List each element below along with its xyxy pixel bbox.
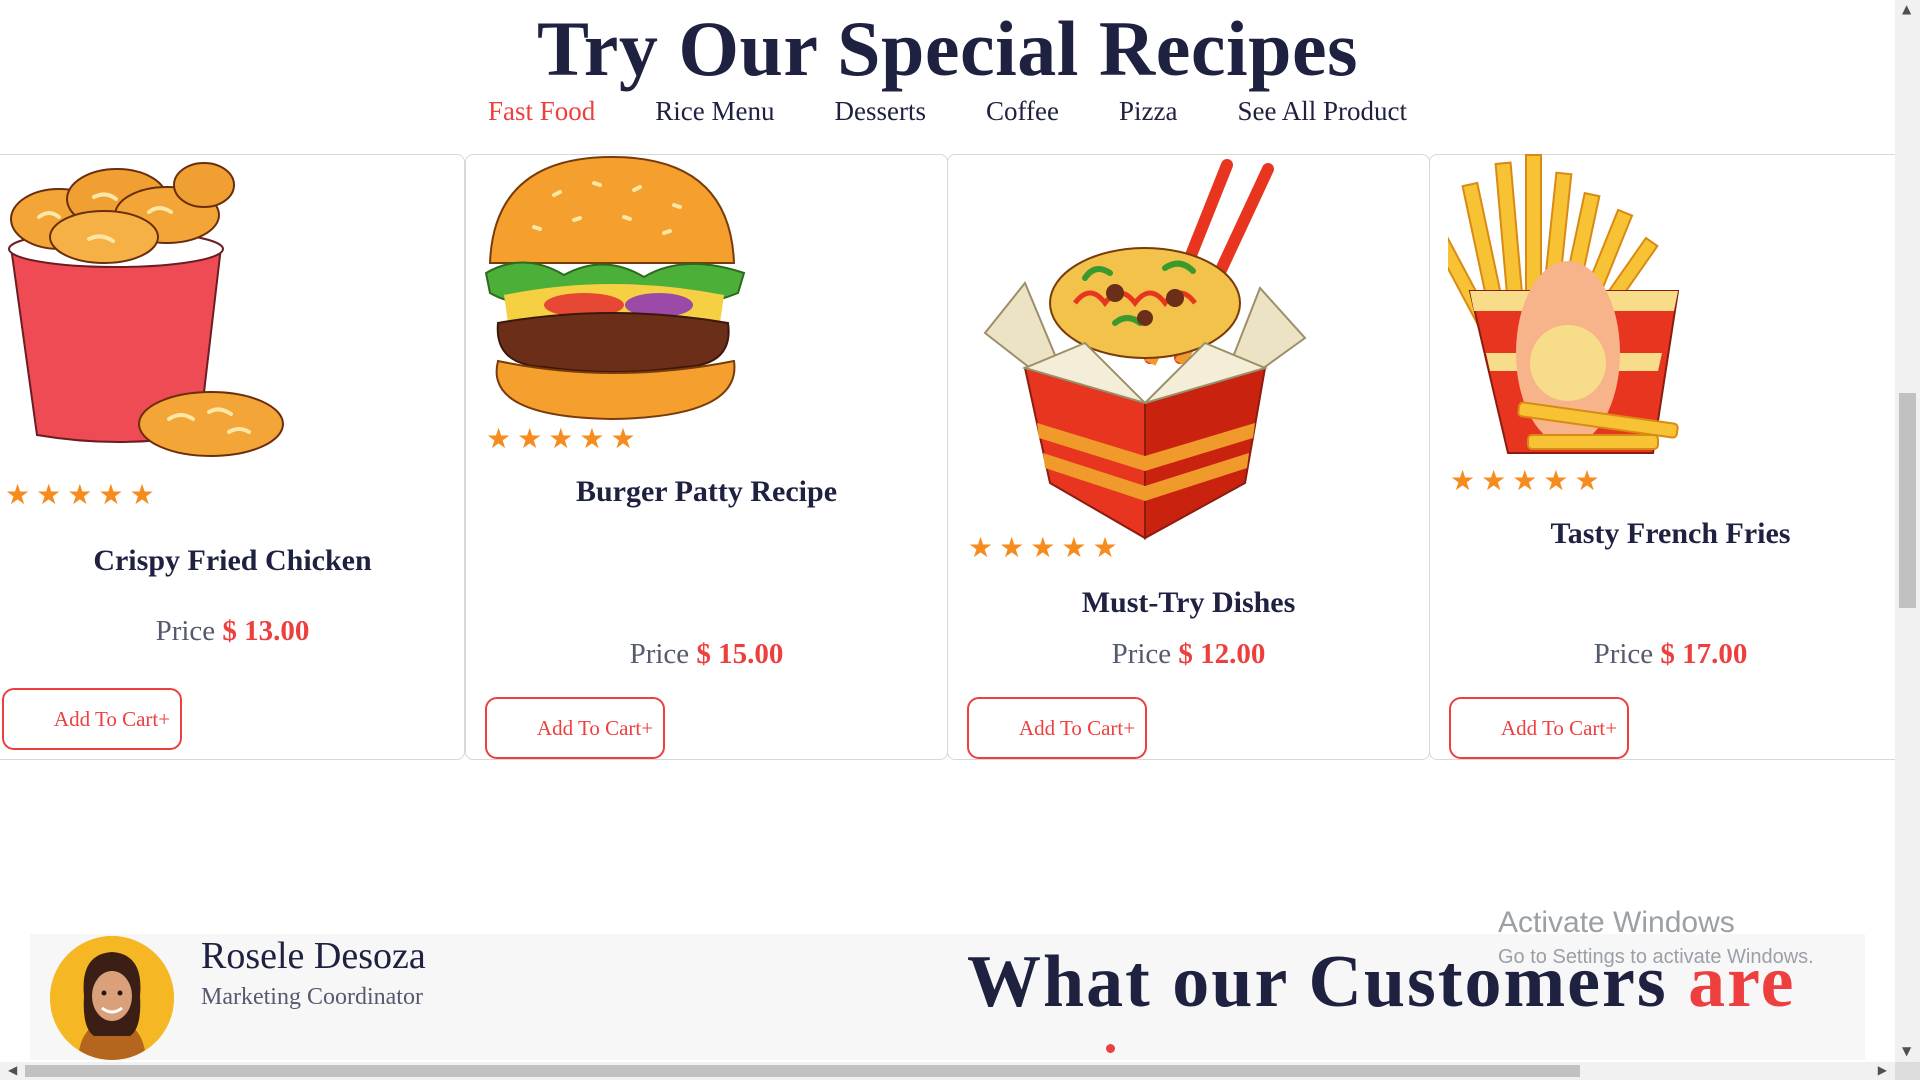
rating-stars: ★ ★ ★ ★ ★: [968, 534, 1118, 562]
customer-name: Rosele Desoza: [201, 935, 426, 977]
scroll-down-icon[interactable]: ▼: [1902, 1044, 1911, 1058]
price-label: Price: [1111, 638, 1172, 670]
product-price: Price $ 15.00: [466, 638, 947, 671]
activation-watermark: Activate Windows Go to Settings to activ…: [1498, 906, 1814, 969]
watermark-title: Activate Windows: [1498, 906, 1735, 939]
product-price: Price $ 13.00: [1, 615, 464, 648]
product-name: Tasty French Fries: [1550, 517, 1791, 550]
product-name: Must-Try Dishes: [1081, 586, 1296, 619]
customer-photo: [50, 936, 174, 1060]
noodle-box-icon: [983, 159, 1307, 540]
product-name: Crispy Fried Chicken: [93, 544, 372, 577]
star-icon: ★: [517, 422, 543, 455]
star-icon: ★: [98, 478, 124, 511]
star-icon: ★: [5, 478, 31, 511]
scroll-right-icon[interactable]: ▶: [1878, 1063, 1887, 1077]
star-icon: ★: [1450, 464, 1476, 497]
scrollbar-corner: [1895, 1062, 1920, 1080]
price-label: Price: [629, 638, 690, 670]
watermark-subtitle: Go to Settings to activate Windows.: [1498, 946, 1814, 968]
star-icon: ★: [579, 422, 605, 455]
star-icon: ★: [67, 478, 93, 511]
price-label: Price: [155, 615, 216, 647]
rating-stars: ★ ★ ★ ★ ★: [1450, 467, 1600, 495]
product-card-list: ★ ★ ★ ★ ★ Crispy Fried Chicken Price $ 13.00…: [0, 154, 1912, 760]
price-amount: $ 15.00: [696, 638, 784, 670]
price-label: Price: [1593, 638, 1654, 670]
vertical-scroll-thumb[interactable]: [1899, 393, 1916, 608]
star-icon: ★: [1512, 464, 1538, 497]
tab-rice-menu[interactable]: Rice Menu: [655, 96, 774, 127]
rating-stars: ★ ★ ★ ★ ★: [5, 481, 155, 509]
tab-see-all-product[interactable]: See All Product: [1237, 96, 1407, 127]
star-icon: ★: [999, 531, 1025, 564]
product-name: Burger Patty Recipe: [575, 475, 838, 508]
horizontal-scroll-thumb[interactable]: [25, 1065, 1580, 1077]
product-price: Price $ 12.00: [948, 638, 1429, 671]
star-icon: ★: [486, 422, 512, 455]
star-icon: ★: [610, 422, 636, 455]
product-price: Price $ 17.00: [1430, 638, 1911, 671]
tab-fast-food[interactable]: Fast Food: [488, 96, 595, 127]
scroll-up-icon[interactable]: ▲: [1902, 2, 1911, 16]
add-to-cart-button[interactable]: Add To Cart+: [967, 697, 1147, 759]
star-icon: ★: [968, 531, 994, 564]
add-to-cart-button[interactable]: Add To Cart+: [2, 688, 182, 750]
star-icon: ★: [129, 478, 155, 511]
price-amount: $ 13.00: [222, 615, 310, 647]
tab-coffee[interactable]: Coffee: [986, 96, 1059, 127]
avatar: [50, 936, 174, 1060]
star-icon: ★: [1092, 531, 1118, 564]
rating-stars: ★ ★ ★ ★ ★: [486, 425, 636, 453]
tab-desserts[interactable]: Desserts: [835, 96, 926, 127]
product-card: ★ ★ ★ ★ ★ Must-Try Dishes Price $ 12.00 Add …: [947, 154, 1430, 760]
page-title: Try Our Special Recipes: [536, 5, 1359, 92]
star-icon: ★: [1574, 464, 1600, 497]
product-card: ★ ★ ★ ★ ★ Crispy Fried Chicken Price $ 13.00…: [0, 154, 465, 760]
scroll-left-icon[interactable]: ◀: [8, 1063, 17, 1077]
customer-role: Marketing Coordinator: [201, 984, 423, 1010]
add-to-cart-button[interactable]: Add To Cart+: [485, 697, 665, 759]
star-icon: ★: [548, 422, 574, 455]
star-icon: ★: [1061, 531, 1087, 564]
category-tabs: Fast Food Rice Menu Desserts Coffee Pizz…: [0, 96, 1895, 127]
product-card: ★ ★ ★ ★ ★ Burger Patty Recipe Price $ 15.00 …: [465, 154, 948, 760]
star-icon: ★: [1543, 464, 1569, 497]
price-amount: $ 17.00: [1660, 638, 1748, 670]
horizontal-scrollbar[interactable]: ◀ ▶: [0, 1062, 1895, 1080]
price-amount: $ 12.00: [1178, 638, 1266, 670]
star-icon: ★: [36, 478, 62, 511]
product-card: ★ ★ ★ ★ ★ Tasty French Fries Price $ 17.00 A…: [1429, 154, 1912, 760]
vertical-scrollbar[interactable]: ▲ ▼: [1895, 0, 1920, 1062]
star-icon: ★: [1481, 464, 1507, 497]
carousel-dot[interactable]: [1106, 1044, 1115, 1053]
french-fries-icon: [1448, 154, 1680, 454]
add-to-cart-button[interactable]: Add To Cart+: [1449, 697, 1629, 759]
star-icon: ★: [1030, 531, 1056, 564]
fried-chicken-icon: [8, 162, 284, 457]
burger-icon: [484, 155, 746, 421]
tab-pizza[interactable]: Pizza: [1119, 96, 1177, 127]
